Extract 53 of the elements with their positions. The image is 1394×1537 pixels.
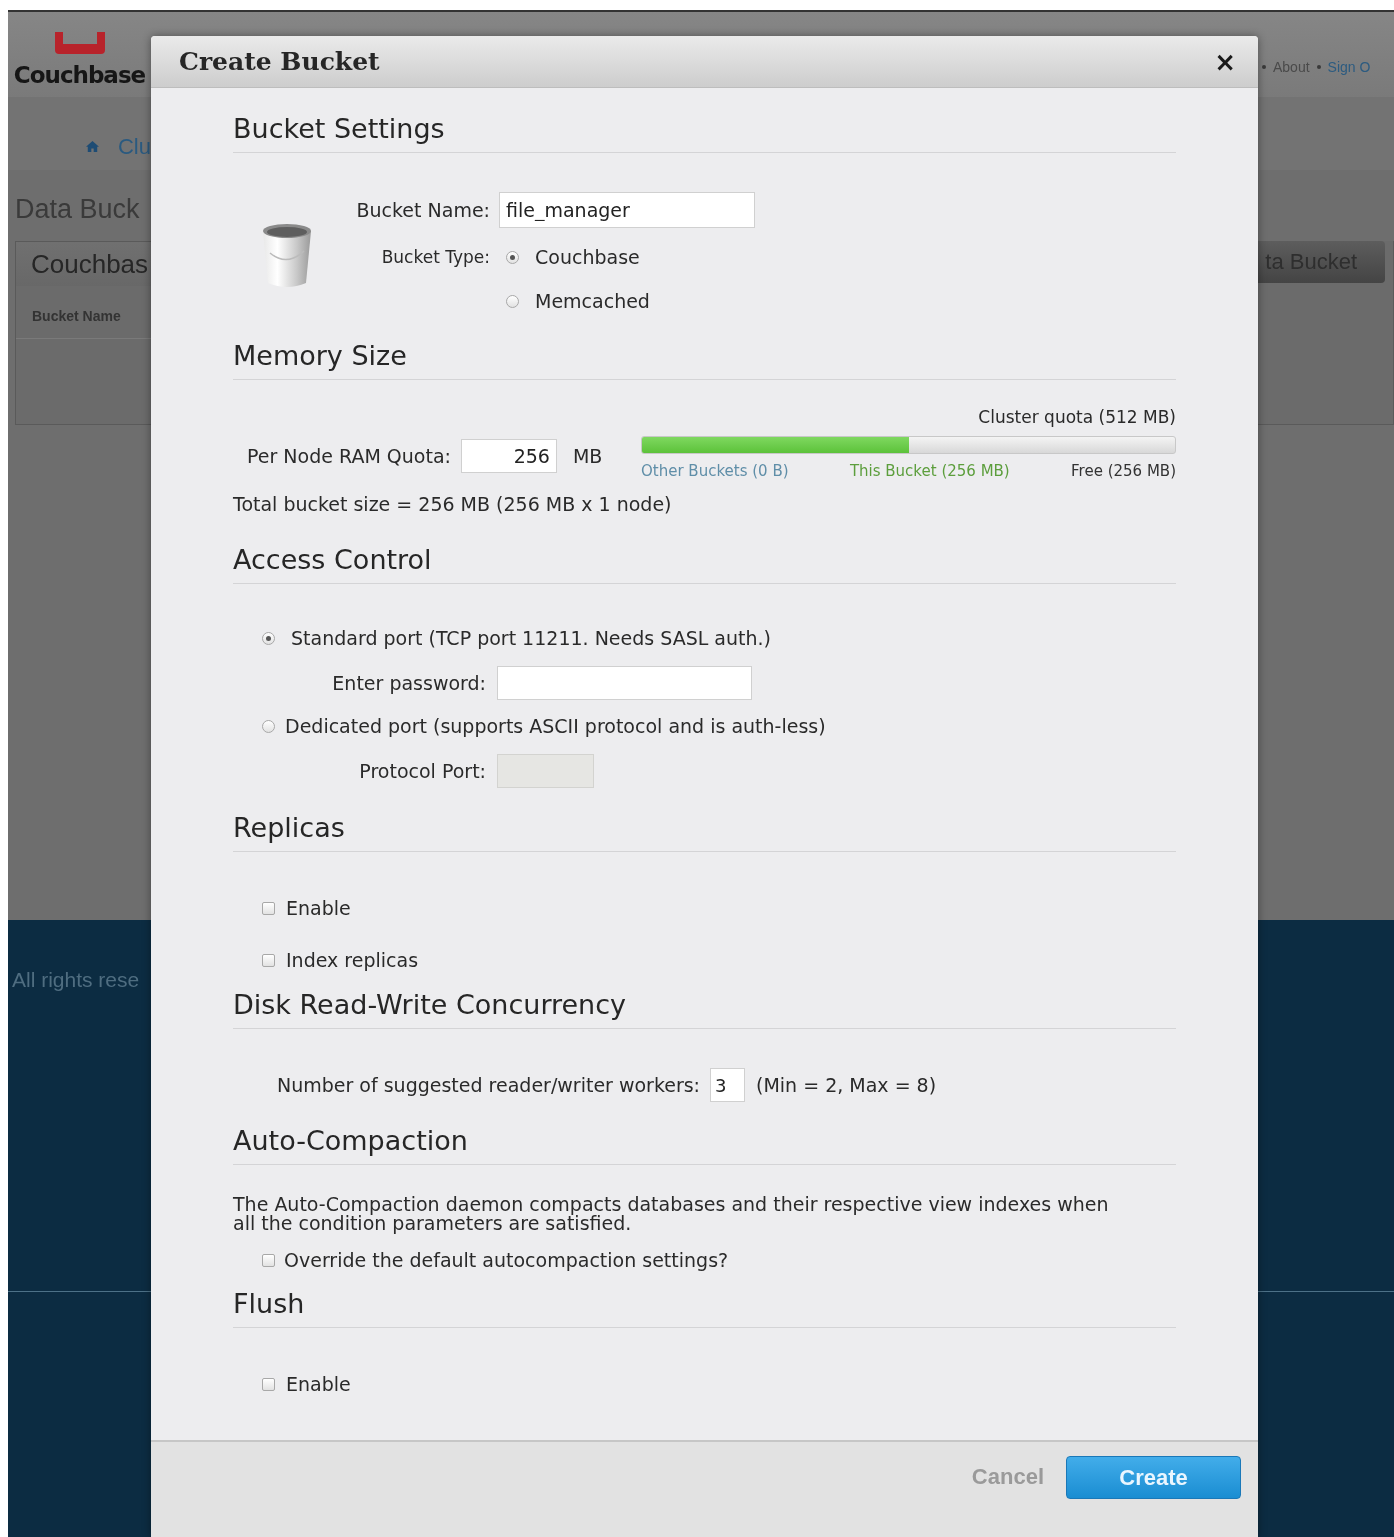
- radio-button[interactable]: [506, 294, 519, 308]
- checkbox-label: Enable: [286, 1373, 351, 1395]
- section-heading: Bucket Settings: [233, 112, 1176, 153]
- legend-label: This Bucket (256 MB): [849, 461, 1010, 482]
- radio-button[interactable]: [262, 719, 275, 733]
- checkbox[interactable]: [262, 953, 275, 967]
- radio-label: Couchbase: [535, 246, 640, 268]
- checkbox-label: Index replicas: [286, 949, 419, 971]
- field-label: Number of suggested reader/writer workers:: [277, 1074, 701, 1096]
- total-size-text: Total bucket size = 256 MB (256 MB x 1 node): [233, 493, 672, 517]
- field-label: Enter password:: [332, 672, 486, 694]
- bucket-icon: [262, 223, 312, 289]
- legend-label: Other Buckets (0 B): [641, 461, 789, 482]
- workers-field[interactable]: 3: [710, 1068, 746, 1102]
- logo-text: Couchbase: [13, 62, 146, 88]
- legend-label: Free (256 MB): [1071, 461, 1176, 482]
- section-heading: Flush: [233, 1287, 1176, 1328]
- section-heading: Disk Read-Write Concurrency: [233, 988, 1176, 1029]
- field-label: Per Node RAM Quota:: [247, 445, 451, 467]
- unit-label: MB: [572, 445, 603, 467]
- dialog-title: Create Bucket: [179, 47, 380, 76]
- column-header: Bucket Name: [32, 308, 121, 324]
- field-label: Bucket Name:: [356, 199, 490, 221]
- checkbox-label: Override the default autocompaction settings?: [284, 1249, 729, 1271]
- section-heading: Auto-Compaction: [233, 1124, 1176, 1165]
- radio-label: Memcached: [535, 290, 650, 312]
- radio-button[interactable]: [506, 250, 519, 264]
- range-hint: (Min = 2, Max = 8): [756, 1074, 937, 1096]
- ram-quota-field[interactable]: 256: [460, 439, 557, 473]
- section-heading: Access Control: [233, 543, 1176, 584]
- cancel-button[interactable]: Cancel: [971, 1456, 1044, 1498]
- footer-text: All rights rese: [11, 967, 141, 993]
- close-button[interactable]: ×: [1210, 48, 1240, 75]
- checkbox[interactable]: [262, 1253, 275, 1267]
- quota-label: Cluster quota (512 MB): [978, 406, 1176, 428]
- panel-title: Couchbas: [31, 248, 149, 280]
- field-label: Bucket Type:: [381, 247, 490, 267]
- checkbox[interactable]: [262, 1377, 275, 1391]
- field-label: Protocol Port:: [359, 760, 486, 782]
- section-heading: Replicas: [233, 811, 1176, 852]
- bucket-name-field[interactable]: file_manager: [499, 192, 755, 228]
- create-button[interactable]: Create: [1066, 1456, 1241, 1499]
- description-text: The Auto-Compaction daemon compacts databases and their respective view indexes when all the condition parameters are satisfied.: [233, 1195, 1110, 1233]
- checkbox[interactable]: [262, 901, 275, 915]
- radio-label: Standard port (TCP port 11211. Needs SASL auth.): [291, 627, 771, 649]
- checkbox-label: Enable: [286, 897, 351, 919]
- section-heading: Memory Size: [233, 339, 1176, 380]
- nav-link[interactable]: Clu: [118, 133, 151, 160]
- logo-icon: [52, 30, 107, 56]
- radio-label: Dedicated port (supports ASCII protocol and is auth-less): [285, 715, 826, 737]
- password-field[interactable]: [497, 666, 752, 700]
- radio-button[interactable]: [262, 631, 275, 645]
- sign-out-link[interactable]: Sign O: [1327, 58, 1371, 75]
